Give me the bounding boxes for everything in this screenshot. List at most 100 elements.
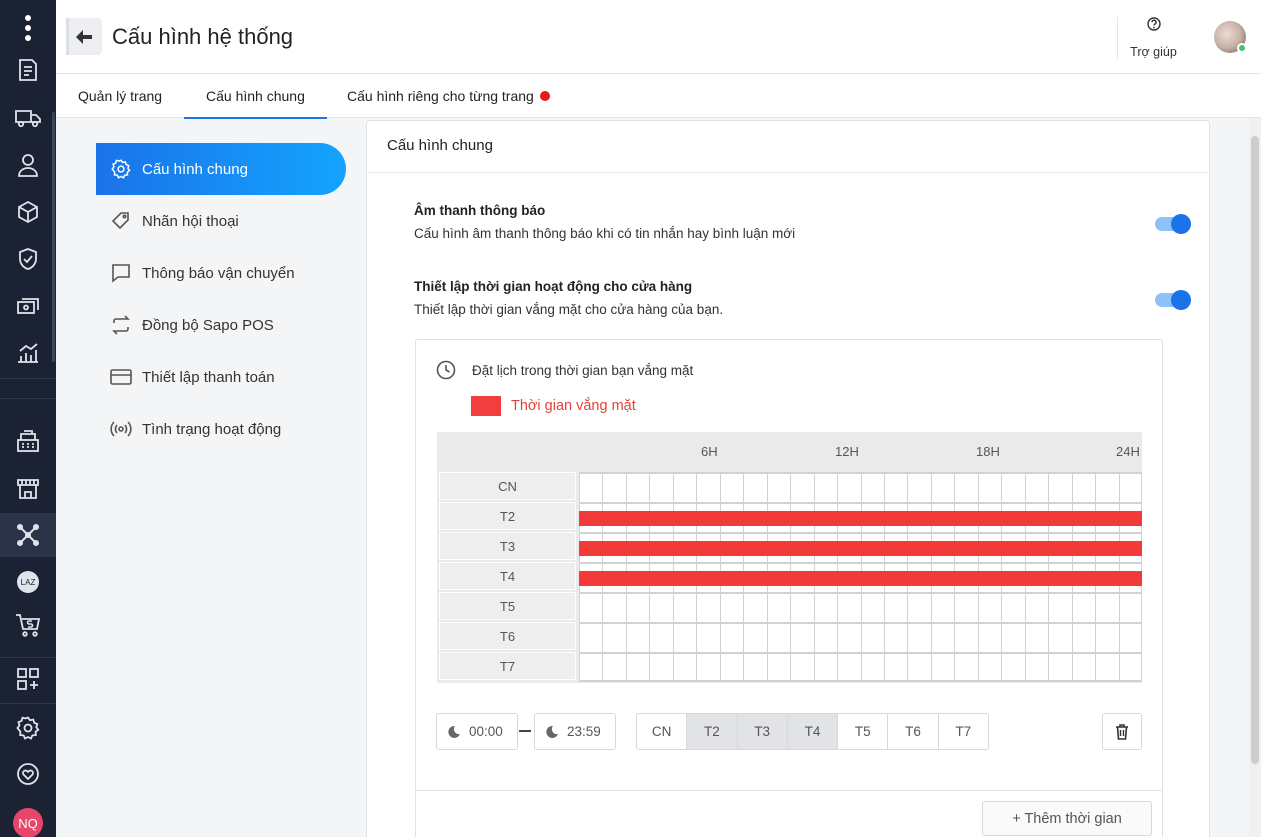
shipping-truck-icon[interactable] <box>0 96 56 140</box>
absent-bar-t2[interactable] <box>579 511 1142 526</box>
pos-register-icon[interactable] <box>0 419 56 463</box>
settings-menu-label: Đồng bộ Sapo POS <box>142 316 274 334</box>
settings-menu-general[interactable]: Cấu hình chung <box>96 143 346 195</box>
arrow-left-icon <box>76 29 92 44</box>
help-label: Trợ giúp <box>1130 45 1177 59</box>
row-label: T6 <box>439 622 576 650</box>
tab-label: Quản lý trang <box>78 88 163 104</box>
apps-add-icon[interactable] <box>0 657 56 701</box>
tab-per-page-config[interactable]: Cấu hình riêng cho từng trang <box>347 74 550 118</box>
back-button[interactable] <box>66 18 102 55</box>
tab-label: Cấu hình chung <box>206 88 305 104</box>
trash-icon <box>1116 723 1128 740</box>
day-selector: CN T2 T3 T4 T5 T6 T7 <box>636 713 989 750</box>
store-icon[interactable] <box>0 466 56 510</box>
rail-divider <box>0 703 56 704</box>
shield-check-icon[interactable] <box>0 237 56 281</box>
schedule-footer-divider <box>416 790 1162 791</box>
tab-general-config[interactable]: Cấu hình chung <box>184 74 327 119</box>
legend-swatch <box>471 396 501 416</box>
card-icon <box>110 366 132 388</box>
hour-label: 24H <box>1116 444 1140 459</box>
general-config-card: Cấu hình chung Âm thanh thông báo Cấu hì… <box>366 120 1210 837</box>
start-time-input[interactable]: 00:00 <box>436 713 518 750</box>
row-label: T4 <box>439 562 576 590</box>
rail-scrollbar[interactable] <box>52 112 55 362</box>
cashbook-icon[interactable] <box>0 284 56 328</box>
end-time-input[interactable]: 23:59 <box>534 713 616 750</box>
day-button-t6[interactable]: T6 <box>888 714 939 749</box>
hour-label: 18H <box>976 444 1000 459</box>
day-button-t5[interactable]: T5 <box>838 714 889 749</box>
add-time-button[interactable]: + Thêm thời gian <box>982 801 1152 836</box>
heart-support-icon[interactable] <box>0 752 56 796</box>
row-label: T7 <box>439 652 576 680</box>
report-chart-icon[interactable] <box>0 331 56 375</box>
product-box-icon[interactable] <box>0 190 56 234</box>
settings-menu-activity-status[interactable]: Tình trạng hoạt động <box>96 403 346 455</box>
app-sidebar: LAZ NQ <box>0 0 56 837</box>
schedule-title-text: Đặt lịch trong thời gian bạn vắng mặt <box>472 362 694 378</box>
day-button-t3[interactable]: T3 <box>737 714 788 749</box>
absent-bar-t4[interactable] <box>579 571 1142 586</box>
settings-menu-shipping-notice[interactable]: Thông báo vận chuyển <box>96 247 346 299</box>
page-title: Cấu hình hệ thống <box>112 24 294 49</box>
moon-icon <box>448 725 460 738</box>
grid-row-line <box>579 592 1142 594</box>
shopee-cart-icon[interactable] <box>0 603 56 647</box>
toggle-knob <box>1171 290 1191 310</box>
grid-row-line <box>579 652 1142 654</box>
online-status-dot <box>1237 43 1247 53</box>
rail-divider <box>0 378 56 379</box>
end-time-value: 23:59 <box>567 724 601 739</box>
lazada-badge: LAZ <box>17 571 39 593</box>
absent-bar-t3[interactable] <box>579 541 1142 556</box>
delete-button[interactable] <box>1102 713 1142 750</box>
absence-schedule: Đặt lịch trong thời gian bạn vắng mặt Th… <box>415 339 1163 837</box>
sound-toggle[interactable] <box>1155 214 1191 234</box>
hour-label: 6H <box>701 444 718 459</box>
hours-toggle[interactable] <box>1155 290 1191 310</box>
settings-menu-label: Tình trạng hoạt động <box>142 420 282 438</box>
orders-icon[interactable] <box>0 48 56 92</box>
help-button[interactable]: Trợ giúp <box>1117 17 1189 59</box>
row-label: T3 <box>439 532 576 560</box>
day-button-cn[interactable]: CN <box>637 714 688 749</box>
day-button-t7[interactable]: T7 <box>939 714 988 749</box>
day-button-t4[interactable]: T4 <box>787 714 839 749</box>
day-button-t2[interactable]: T2 <box>687 714 738 749</box>
row-label: T2 <box>439 502 576 530</box>
grid-row-line <box>579 502 1142 504</box>
settings-menu-payment[interactable]: Thiết lập thanh toán <box>96 351 346 403</box>
tab-bar: Quản lý trang Cấu hình chung Cấu hình ri… <box>56 74 1261 119</box>
absence-legend: Thời gian vắng mặt <box>471 396 636 416</box>
user-initials-avatar[interactable]: NQ <box>13 808 43 837</box>
hours-setting-desc: Thiết lập thời gian vắng mặt cho cửa hàn… <box>414 302 724 317</box>
toggle-knob <box>1171 214 1191 234</box>
grid-row-line <box>579 680 1142 682</box>
scrollbar-thumb[interactable] <box>1251 136 1259 764</box>
hours-setting-title: Thiết lập thời gian hoạt động cho cửa hà… <box>414 279 693 294</box>
top-header: Cấu hình hệ thống Trợ giúp <box>56 0 1261 74</box>
rail-divider <box>0 398 56 399</box>
settings-gear-icon[interactable] <box>0 706 56 750</box>
social-connect-icon[interactable] <box>0 513 56 557</box>
schedule-cells[interactable] <box>579 472 1142 682</box>
settings-menu-label: Thông báo vận chuyển <box>142 264 295 282</box>
lazada-icon[interactable]: LAZ <box>0 560 56 604</box>
broadcast-icon <box>110 418 132 440</box>
tab-page-management[interactable]: Quản lý trang <box>78 74 162 118</box>
schedule-title: Đặt lịch trong thời gian bạn vắng mặt <box>436 360 693 380</box>
message-icon <box>110 262 132 284</box>
clock-icon <box>436 360 456 380</box>
sound-setting-desc: Cấu hình âm thanh thông báo khi có tin n… <box>414 226 796 241</box>
settings-menu-conversation-tags[interactable]: Nhãn hội thoại <box>96 195 346 247</box>
grid-row-line <box>579 532 1142 534</box>
schedule-grid[interactable]: 6H 12H 18H 24H CN T2 T3 T4 T5 T6 T7 <box>437 432 1142 683</box>
settings-menu-sync-pos[interactable]: Đồng bộ Sapo POS <box>96 299 346 351</box>
card-title: Cấu hình chung <box>367 121 1209 173</box>
hours-setting: Thiết lập thời gian hoạt động cho cửa hà… <box>414 279 723 317</box>
customer-icon[interactable] <box>0 143 56 187</box>
grid-row-line <box>579 562 1142 564</box>
page-scrollbar[interactable] <box>1249 118 1261 837</box>
